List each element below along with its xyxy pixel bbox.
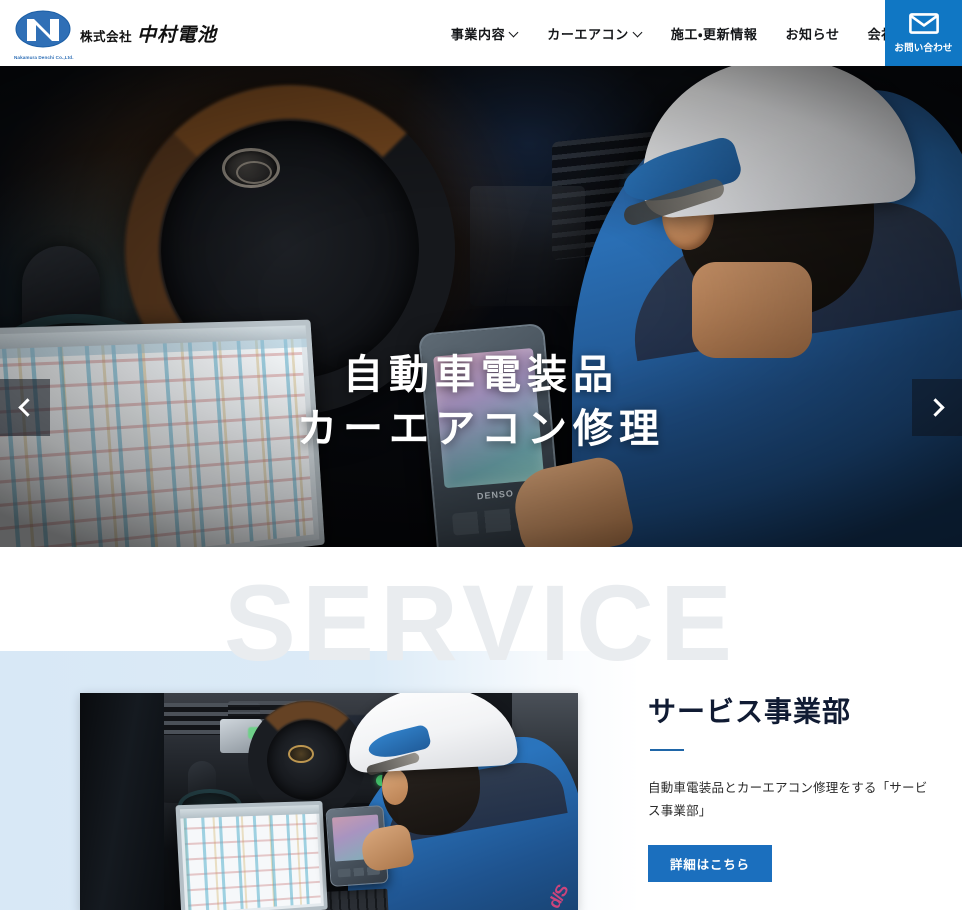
nav-label-construction-news: 施工・更新情報 — [670, 26, 758, 42]
brand-logo-link[interactable]: Nakamura Denchi Co.,Ltd. 株式会社 中村電池 — [0, 8, 217, 60]
company-prefix: 株式会社 — [80, 29, 133, 44]
nav-item-construction-news[interactable]: 施工・更新情報 — [671, 24, 758, 43]
hero-title-line-1: 自動車電装品 — [343, 353, 619, 397]
service-heading: サービス事業部 — [648, 696, 852, 727]
chevron-left-icon — [17, 398, 37, 417]
brand-name: 株式会社 中村電池 — [80, 20, 217, 47]
nav-label-news: お知らせ — [785, 26, 840, 42]
hero-slider: DENSO 自動車電装品 カーエアコン修理 — [0, 66, 962, 547]
chevron-down-icon — [634, 28, 643, 37]
nakamura-n-logo-icon: Nakamura Denchi Co.,Ltd. — [14, 8, 74, 60]
envelope-icon — [908, 12, 939, 39]
service-heading-rule — [650, 748, 684, 752]
page-root: Nakamura Denchi Co.,Ltd. 株式会社 中村電池 事業内容 … — [0, 0, 962, 910]
service-watermark-heading: SERVICE — [223, 562, 739, 683]
service-photo-door-pillar — [80, 693, 164, 910]
hero-photo: DENSO — [0, 66, 962, 547]
service-description: 自動車電装品とカーエアコン修理をする「サービス事業部」 — [648, 781, 928, 819]
hero-title: 自動車電装品 カーエアコン修理 — [0, 348, 962, 457]
service-photo-toyota-emblem — [288, 745, 314, 763]
nav-label-car-aircon: カーエアコン — [547, 26, 629, 42]
nav-item-news[interactable]: お知らせ — [785, 24, 839, 43]
nav-item-car-aircon[interactable]: カーエアコン — [547, 24, 643, 43]
logo-subtext: Nakamura Denchi Co.,Ltd. — [14, 55, 74, 60]
site-header: Nakamura Denchi Co.,Ltd. 株式会社 中村電池 事業内容 … — [0, 0, 962, 66]
service-text-block: サービス事業部 自動車電装品とカーエアコン修理をする「サービス事業部」 詳細はこ… — [648, 695, 938, 883]
service-detail-button[interactable]: 詳細はこちら — [648, 845, 772, 883]
nav-item-business[interactable]: 事業内容 — [451, 24, 519, 43]
hero-photo-vignette — [0, 66, 962, 547]
hero-title-line-2: カーエアコン修理 — [297, 407, 665, 452]
service-photo: d/S — [80, 693, 578, 910]
service-photo-laptop-screen — [183, 807, 321, 910]
service-section: SERVICE d/S サービス事業部 自動車電装品とカーエアコン修理をする「サ… — [0, 547, 962, 910]
main-navigation: 事業内容 カーエアコン 施工・更新情報 お知らせ 会社情報 — [451, 0, 936, 66]
hero-next-button[interactable] — [912, 379, 962, 436]
company-name: 中村電池 — [137, 24, 218, 46]
hero-prev-button[interactable] — [0, 379, 50, 436]
nav-label-business: 事業内容 — [450, 26, 506, 42]
contact-button-label: お問い合わせ — [894, 42, 953, 54]
chevron-right-icon — [925, 398, 945, 417]
service-photo-technician-ear — [382, 769, 408, 805]
service-photo-laptop — [175, 800, 328, 910]
contact-button[interactable]: お問い合わせ — [885, 0, 962, 66]
chevron-down-icon — [510, 28, 519, 37]
